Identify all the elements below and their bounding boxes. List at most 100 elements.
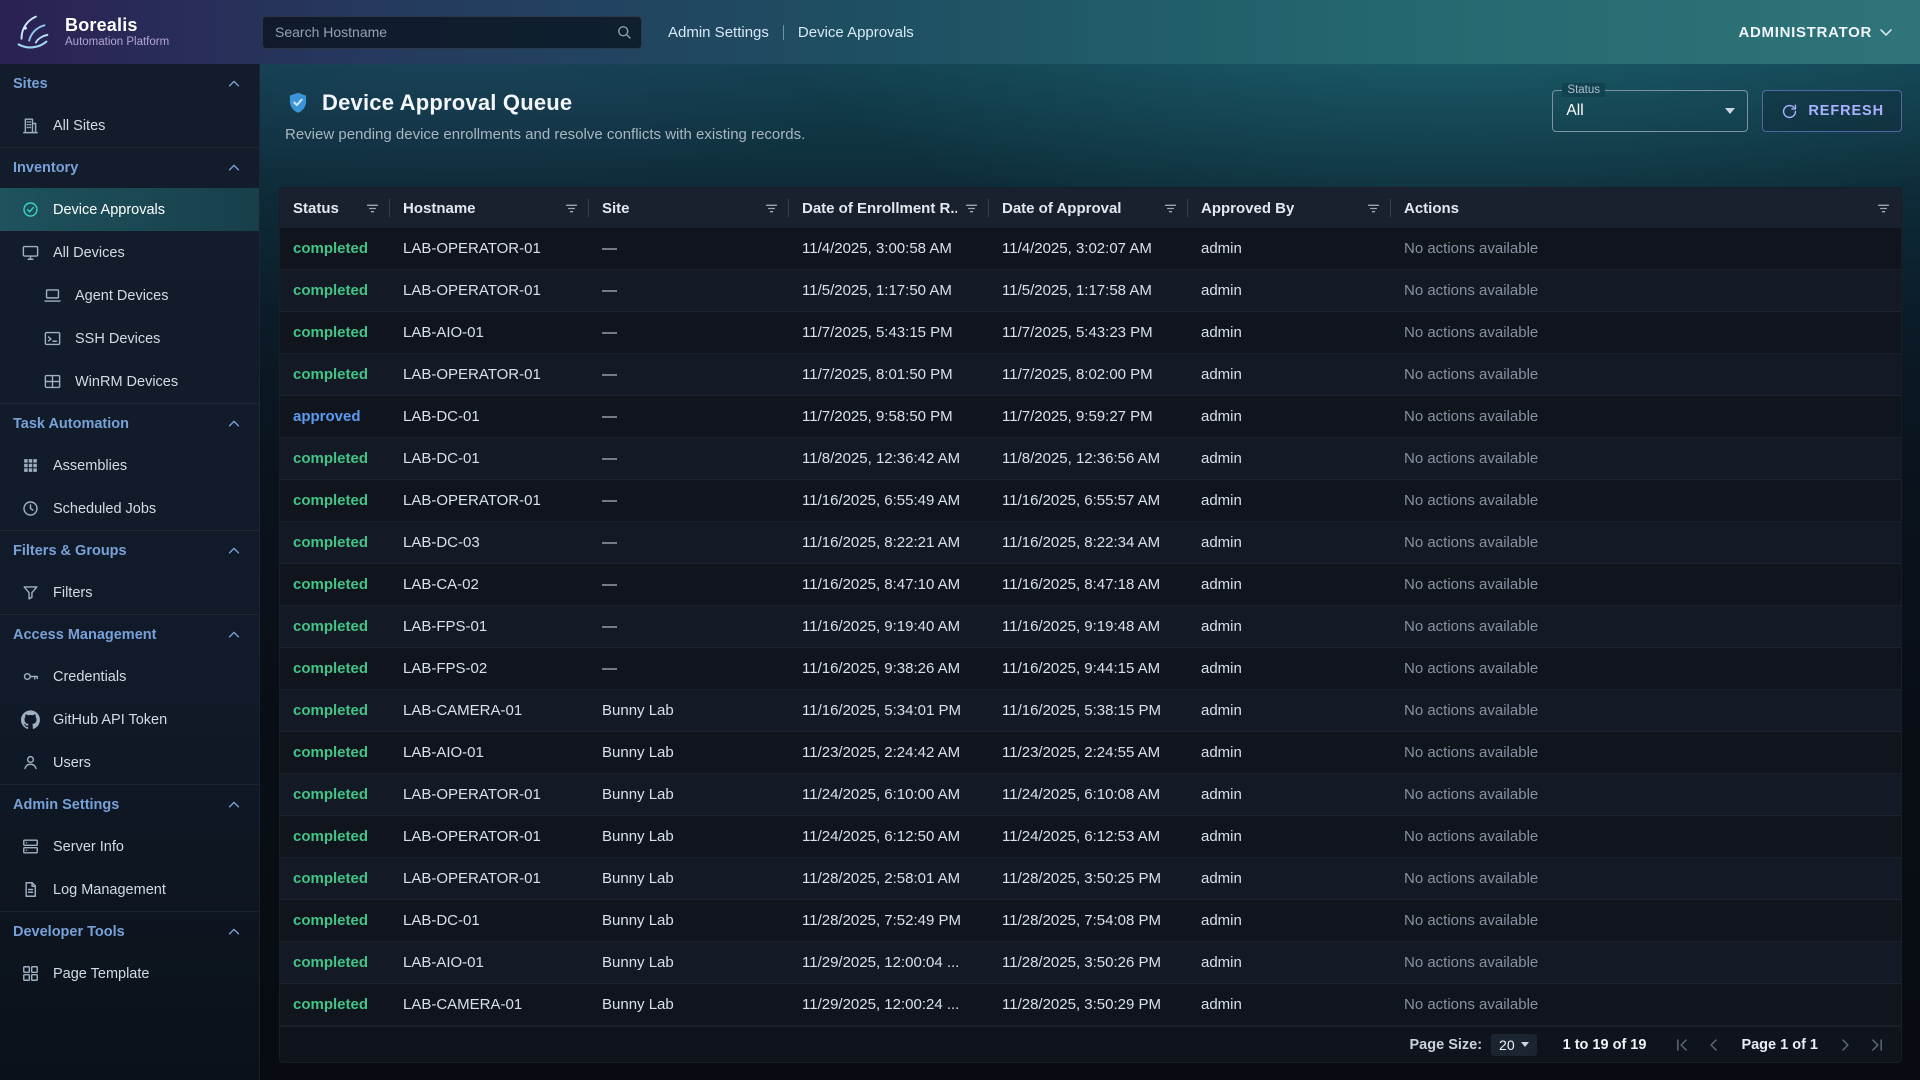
sidebar-item-all-sites[interactable]: All Sites [0, 104, 259, 147]
filter-list-icon[interactable] [763, 200, 780, 217]
table-row[interactable]: completed LAB-FPS-02 — 11/16/2025, 9:38:… [280, 648, 1901, 690]
column-header-actions[interactable]: Actions [1391, 188, 1901, 228]
sidebar-item-github-api-token[interactable]: GitHub API Token [0, 698, 259, 741]
cell-enrollment-date: 11/24/2025, 6:12:50 AM [789, 828, 989, 845]
header-actions: Status All REFRESH [1552, 90, 1902, 132]
page-size-label: Page Size: [1410, 1037, 1483, 1053]
filter-list-icon[interactable] [963, 200, 980, 217]
topnav-link-device-approvals[interactable]: Device Approvals [798, 24, 914, 41]
sidebar-item-scheduled-jobs[interactable]: Scheduled Jobs [0, 487, 259, 530]
last-page-icon[interactable] [1867, 1035, 1887, 1055]
cell-site: — [589, 324, 789, 341]
table-row[interactable]: completed LAB-CAMERA-01 Bunny Lab 11/29/… [280, 984, 1901, 1026]
cell-approved-by: admin [1188, 282, 1391, 299]
table-row[interactable]: completed LAB-OPERATOR-01 Bunny Lab 11/2… [280, 816, 1901, 858]
page-size-control: Page Size: 20 [1410, 1034, 1537, 1056]
table-row[interactable]: completed LAB-CAMERA-01 Bunny Lab 11/16/… [280, 690, 1901, 732]
table-row[interactable]: completed LAB-OPERATOR-01 — 11/5/2025, 1… [280, 270, 1901, 312]
sidebar-item-winrm-devices[interactable]: WinRM Devices [0, 360, 259, 403]
filter-list-icon[interactable] [1365, 200, 1382, 217]
table-row[interactable]: completed LAB-DC-01 — 11/8/2025, 12:36:4… [280, 438, 1901, 480]
sidebar-section-header-inventory[interactable]: Inventory [0, 148, 259, 188]
sidebar-section-header-task-automation[interactable]: Task Automation [0, 404, 259, 444]
cell-approval-date: 11/23/2025, 2:24:55 AM [989, 744, 1188, 761]
column-header-status[interactable]: Status [280, 188, 390, 228]
sidebar-item-credentials[interactable]: Credentials [0, 655, 259, 698]
sidebar-item-filters[interactable]: Filters [0, 571, 259, 614]
chevron-left-icon[interactable] [1704, 1035, 1724, 1055]
status-filter-select[interactable]: Status All [1552, 90, 1748, 132]
sidebar-item-users[interactable]: Users [0, 741, 259, 784]
refresh-button[interactable]: REFRESH [1762, 90, 1902, 132]
table-row[interactable]: completed LAB-OPERATOR-01 Bunny Lab 11/2… [280, 774, 1901, 816]
sidebar-item-ssh-devices[interactable]: SSH Devices [0, 317, 259, 360]
title-block: Device Approval Queue Review pending dev… [285, 90, 805, 143]
column-header-date-of-enrollment-r[interactable]: Date of Enrollment R... [789, 188, 989, 228]
table-row[interactable]: completed LAB-DC-03 — 11/16/2025, 8:22:2… [280, 522, 1901, 564]
github-icon [21, 710, 40, 729]
sidebar-item-all-devices[interactable]: All Devices [0, 231, 259, 274]
cell-status: completed [280, 912, 390, 929]
sidebar-item-device-approvals[interactable]: Device Approvals [0, 188, 259, 231]
column-header-site[interactable]: Site [589, 188, 789, 228]
table-row[interactable]: completed LAB-FPS-01 — 11/16/2025, 9:19:… [280, 606, 1901, 648]
cell-approved-by: admin [1188, 870, 1391, 887]
column-header-date-of-approval[interactable]: Date of Approval [989, 188, 1188, 228]
sidebar-item-assemblies[interactable]: Assemblies [0, 444, 259, 487]
sidebar-section-header-developer-tools[interactable]: Developer Tools [0, 912, 259, 952]
filter-list-icon[interactable] [1875, 200, 1892, 217]
table-row[interactable]: completed LAB-AIO-01 Bunny Lab 11/29/202… [280, 942, 1901, 984]
cell-approved-by: admin [1188, 240, 1391, 257]
user-menu[interactable]: ADMINISTRATOR [1738, 22, 1896, 42]
cell-status: completed [280, 828, 390, 845]
pagination-controls: Page 1 of 1 [1672, 1035, 1887, 1055]
table-row[interactable]: completed LAB-OPERATOR-01 Bunny Lab 11/2… [280, 858, 1901, 900]
cell-status: completed [280, 534, 390, 551]
table-row[interactable]: completed LAB-OPERATOR-01 — 11/4/2025, 3… [280, 228, 1901, 270]
cell-status: completed [280, 744, 390, 761]
cell-hostname: LAB-CA-02 [390, 576, 589, 593]
sidebar-item-agent-devices[interactable]: Agent Devices [0, 274, 259, 317]
table-row[interactable]: approved LAB-DC-01 — 11/7/2025, 9:58:50 … [280, 396, 1901, 438]
first-page-icon[interactable] [1672, 1035, 1692, 1055]
filter-list-icon[interactable] [563, 200, 580, 217]
sidebar-section-header-access-management[interactable]: Access Management [0, 615, 259, 655]
cell-site: Bunny Lab [589, 744, 789, 761]
sidebar-section-task-automation: Task Automation Assemblies Scheduled Job… [0, 403, 259, 530]
caret-down-icon [1521, 1042, 1529, 1047]
table-row[interactable]: completed LAB-DC-01 Bunny Lab 11/28/2025… [280, 900, 1901, 942]
sidebar-section-header-filters-groups[interactable]: Filters & Groups [0, 531, 259, 571]
sidebar-section-header-sites[interactable]: Sites [0, 64, 259, 104]
cell-enrollment-date: 11/5/2025, 1:17:50 AM [789, 282, 989, 299]
chevron-right-icon[interactable] [1835, 1035, 1855, 1055]
cell-hostname: LAB-OPERATOR-01 [390, 828, 589, 845]
cell-hostname: LAB-AIO-01 [390, 324, 589, 341]
cell-actions: No actions available [1391, 660, 1901, 677]
sidebar-item-label: Log Management [53, 882, 166, 898]
chevron-up-icon [225, 159, 243, 177]
table-row[interactable]: completed LAB-CA-02 — 11/16/2025, 8:47:1… [280, 564, 1901, 606]
table-row[interactable]: completed LAB-AIO-01 — 11/7/2025, 5:43:1… [280, 312, 1901, 354]
filter-list-icon[interactable] [364, 200, 381, 217]
search-input[interactable] [262, 16, 642, 49]
cell-approval-date: 11/16/2025, 6:55:57 AM [989, 492, 1188, 509]
topnav-link-admin-settings[interactable]: Admin Settings [668, 24, 769, 41]
nav-divider [783, 25, 784, 40]
sidebar-item-label: Device Approvals [53, 202, 165, 218]
cell-approved-by: admin [1188, 996, 1391, 1013]
sidebar-item-log-management[interactable]: Log Management [0, 868, 259, 911]
sidebar-section-header-admin-settings[interactable]: Admin Settings [0, 785, 259, 825]
column-header-hostname[interactable]: Hostname [390, 188, 589, 228]
table-row[interactable]: completed LAB-AIO-01 Bunny Lab 11/23/202… [280, 732, 1901, 774]
chevron-up-icon [225, 75, 243, 93]
table-row[interactable]: completed LAB-OPERATOR-01 — 11/16/2025, … [280, 480, 1901, 522]
cell-hostname: LAB-OPERATOR-01 [390, 366, 589, 383]
sidebar-item-server-info[interactable]: Server Info [0, 825, 259, 868]
column-header-approved-by[interactable]: Approved By [1188, 188, 1391, 228]
sidebar-item-page-template[interactable]: Page Template [0, 952, 259, 995]
filter-list-icon[interactable] [1162, 200, 1179, 217]
table-row[interactable]: completed LAB-OPERATOR-01 — 11/7/2025, 8… [280, 354, 1901, 396]
cell-approval-date: 11/16/2025, 8:22:34 AM [989, 534, 1188, 551]
page-size-select[interactable]: 20 [1491, 1034, 1537, 1056]
brand: Borealis Automation Platform [0, 9, 260, 55]
